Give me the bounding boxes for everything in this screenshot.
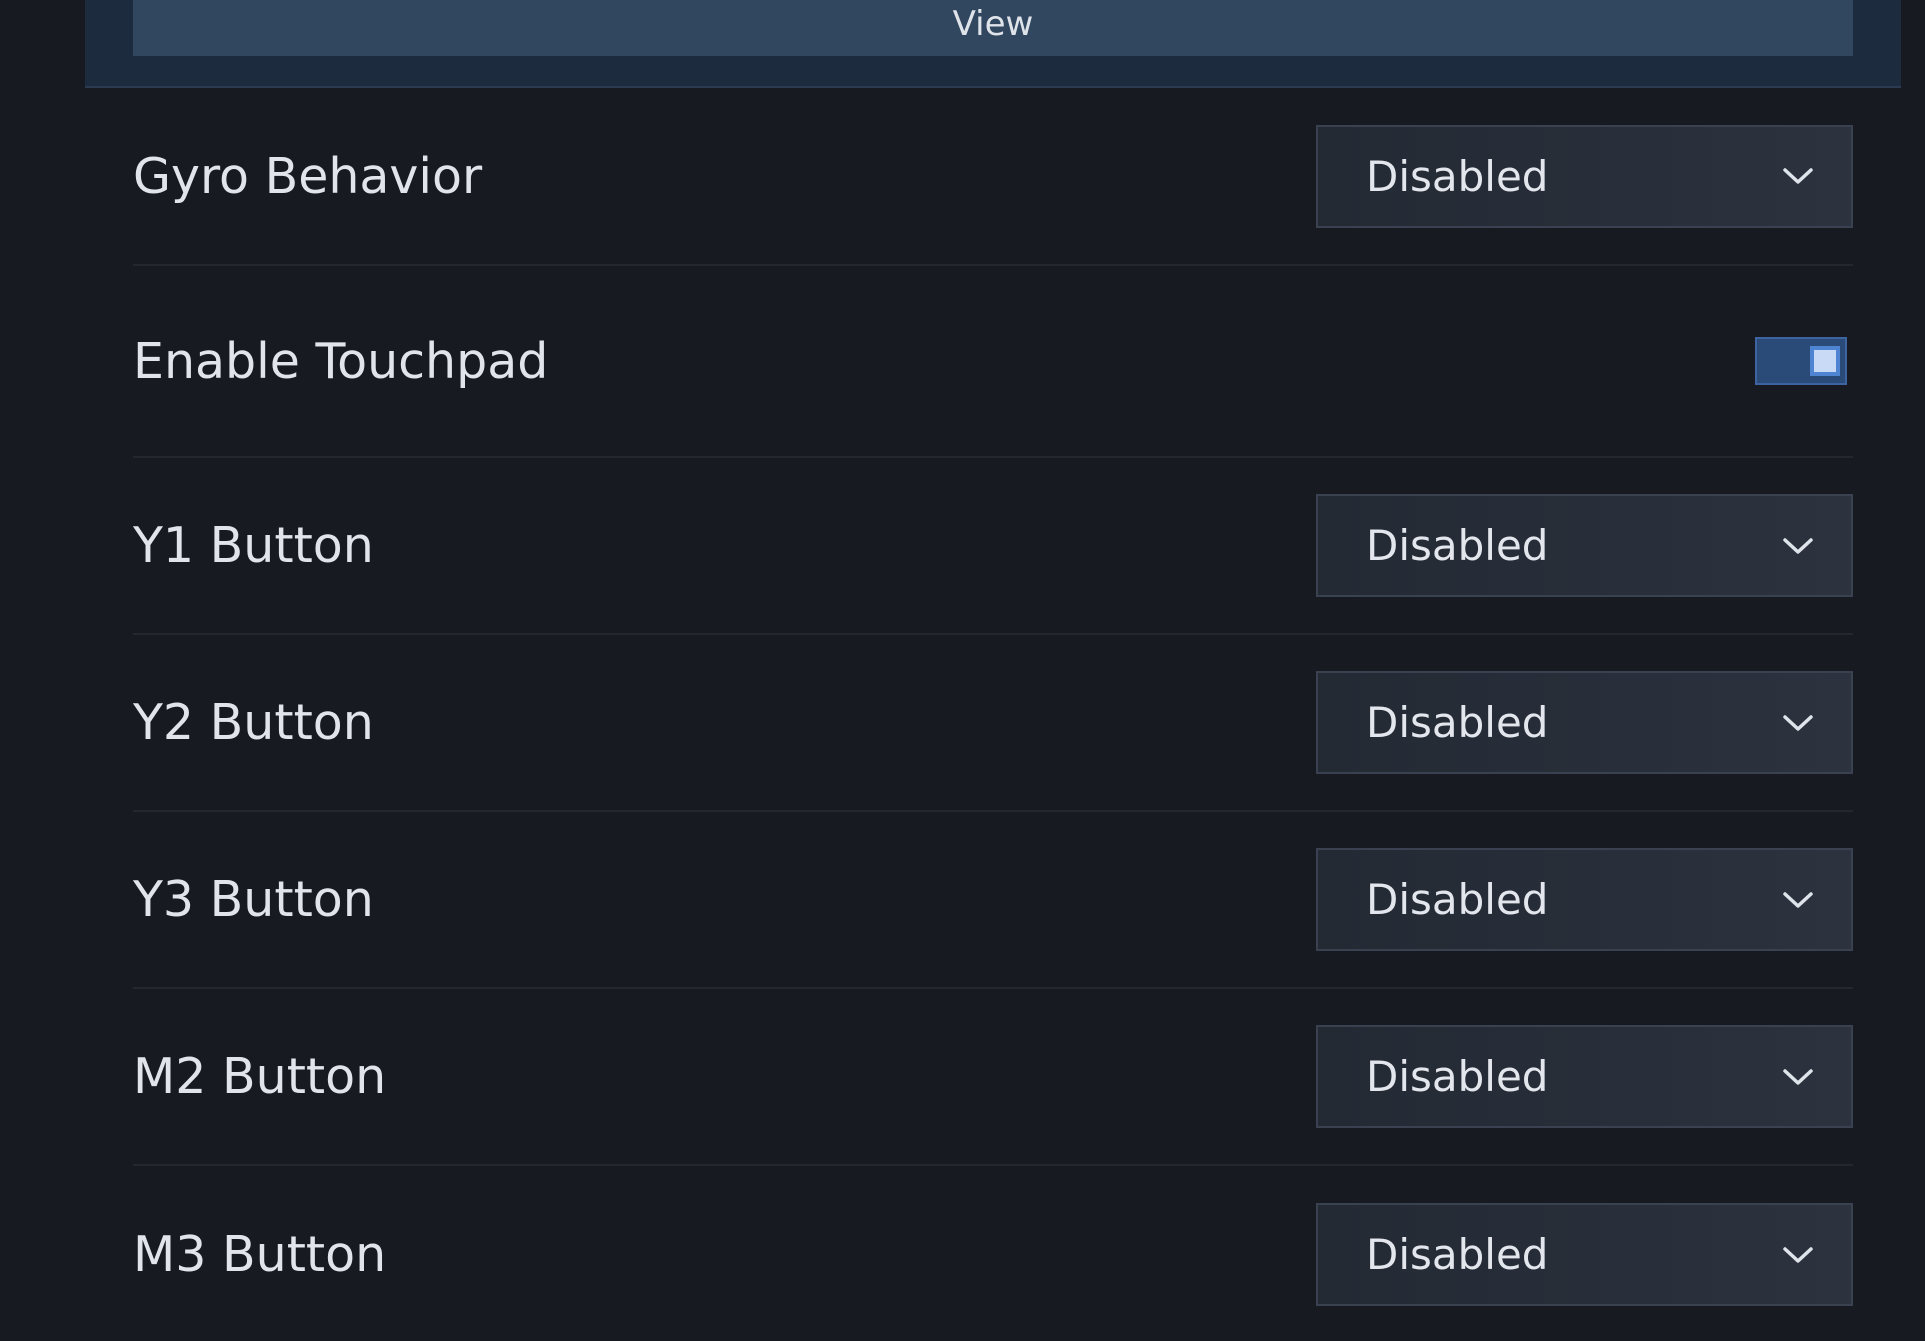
setting-row-m3-button: M3 Button Disabled	[133, 1166, 1853, 1341]
view-button[interactable]: View	[133, 0, 1853, 56]
setting-label: M2 Button	[133, 1048, 387, 1105]
y3-button-dropdown[interactable]: Disabled	[1316, 848, 1853, 951]
dropdown-value: Disabled	[1366, 1052, 1549, 1101]
setting-row-gyro-behavior: Gyro Behavior Disabled	[133, 88, 1853, 266]
dropdown-value: Disabled	[1366, 521, 1549, 570]
gyro-behavior-dropdown[interactable]: Disabled	[1316, 124, 1853, 228]
dropdown-value: Disabled	[1366, 698, 1549, 747]
chevron-down-icon	[1783, 168, 1813, 184]
setting-row-y2-button: Y2 Button Disabled	[133, 635, 1853, 812]
setting-label: Enable Touchpad	[133, 332, 549, 390]
controller-settings-page: View Gyro Behavior Disabled Enable Touch…	[0, 0, 1925, 1341]
setting-label: Y3 Button	[133, 871, 374, 928]
y2-button-dropdown[interactable]: Disabled	[1316, 671, 1853, 774]
dropdown-value: Disabled	[1366, 151, 1549, 201]
setting-label: M3 Button	[133, 1226, 387, 1283]
settings-list: Gyro Behavior Disabled Enable Touchpad Y…	[133, 88, 1853, 1341]
setting-row-enable-touchpad: Enable Touchpad	[133, 266, 1853, 458]
m2-button-dropdown[interactable]: Disabled	[1316, 1025, 1853, 1128]
y1-button-dropdown[interactable]: Disabled	[1316, 494, 1853, 597]
chevron-down-icon	[1783, 891, 1813, 908]
setting-label: Y1 Button	[133, 517, 374, 574]
setting-row-y3-button: Y3 Button Disabled	[133, 812, 1853, 989]
setting-label: Gyro Behavior	[133, 147, 483, 205]
dropdown-value: Disabled	[1366, 875, 1549, 924]
chevron-down-icon	[1783, 1246, 1813, 1263]
setting-row-y1-button: Y1 Button Disabled	[133, 458, 1853, 635]
dropdown-value: Disabled	[1366, 1230, 1549, 1279]
m3-button-dropdown[interactable]: Disabled	[1316, 1203, 1853, 1306]
chevron-down-icon	[1783, 1068, 1813, 1085]
enable-touchpad-toggle[interactable]	[1755, 337, 1847, 385]
chevron-down-icon	[1783, 537, 1813, 554]
toggle-knob	[1810, 346, 1840, 376]
setting-label: Y2 Button	[133, 694, 374, 751]
view-button-label: View	[952, 4, 1034, 44]
chevron-down-icon	[1783, 714, 1813, 731]
setting-row-m2-button: M2 Button Disabled	[133, 989, 1853, 1166]
top-panel: View	[85, 0, 1901, 88]
